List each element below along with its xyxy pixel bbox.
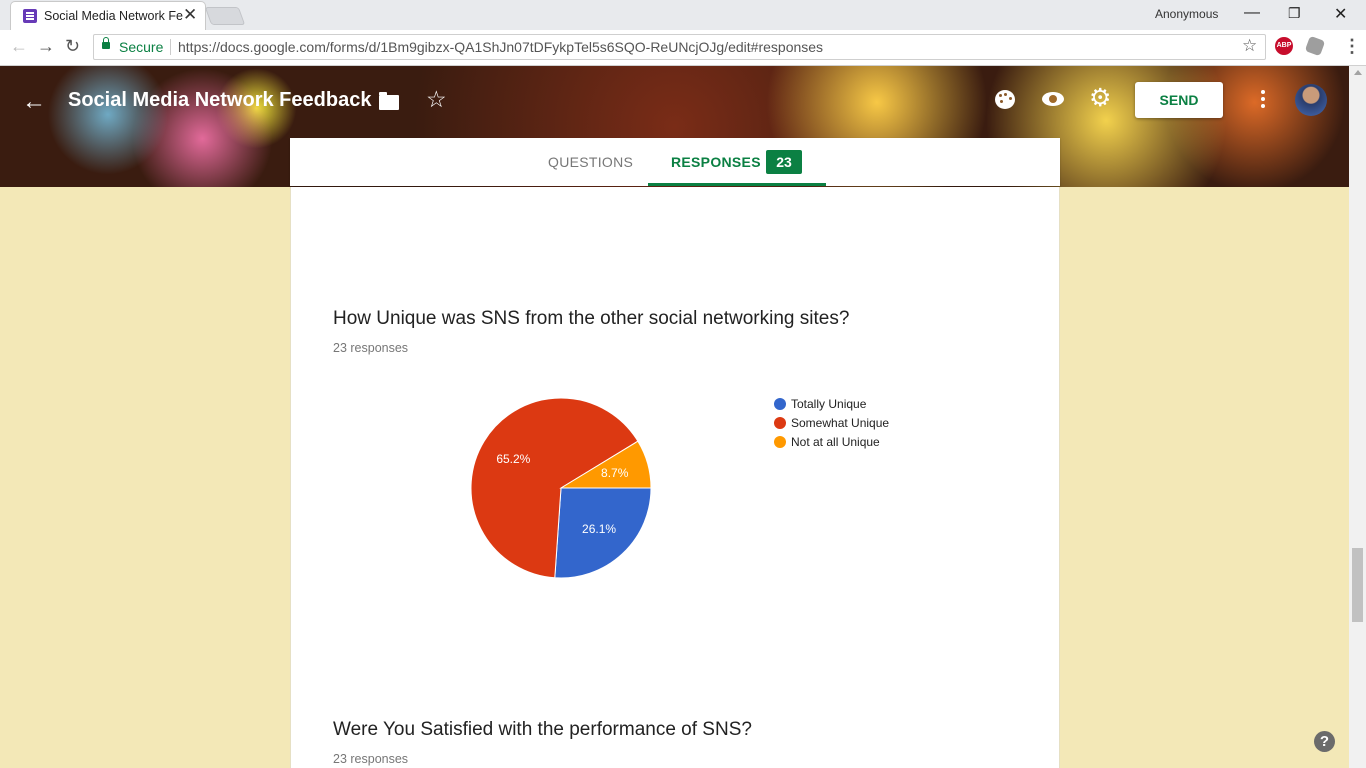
- form-tabs: QUESTIONS RESPONSES 23: [290, 138, 1060, 186]
- adblock-icon[interactable]: ABP: [1275, 37, 1293, 55]
- folder-icon[interactable]: [379, 92, 399, 110]
- new-tab-button[interactable]: [204, 7, 246, 25]
- question-title: Were You Satisfied with the performance …: [333, 719, 752, 740]
- browser-menu-icon[interactable]: ⋮: [1343, 36, 1361, 57]
- star-icon[interactable]: ☆: [426, 86, 447, 113]
- help-icon[interactable]: ?: [1314, 731, 1335, 752]
- profile-name[interactable]: Anonymous: [1155, 7, 1218, 21]
- reload-icon[interactable]: ↻: [65, 36, 80, 57]
- more-options-icon[interactable]: [1261, 90, 1265, 94]
- url-separator: [170, 39, 171, 55]
- legend-color-dot: [774, 436, 786, 448]
- pie-slice-label: 8.7%: [601, 466, 629, 480]
- back-arrow-icon[interactable]: ←: [22, 88, 46, 116]
- extension-icon[interactable]: [1304, 35, 1326, 57]
- responses-count-badge: 23: [766, 150, 802, 174]
- bookmark-star-icon[interactable]: ☆: [1242, 36, 1257, 56]
- legend-color-dot: [774, 417, 786, 429]
- minimize-icon[interactable]: —: [1244, 4, 1260, 22]
- active-tab-indicator: [648, 183, 826, 186]
- legend-label: Not at all Unique: [791, 435, 880, 449]
- settings-gear-icon[interactable]: ⚙: [1089, 83, 1111, 113]
- legend-label: Somewhat Unique: [791, 416, 890, 430]
- lock-icon: [102, 37, 110, 49]
- preview-eye-icon[interactable]: [1042, 92, 1064, 106]
- address-bar[interactable]: Secure https://docs.google.com/forms/d/1…: [93, 34, 1266, 60]
- close-window-icon[interactable]: ✕: [1334, 4, 1347, 24]
- tab-responses[interactable]: RESPONSES: [671, 154, 761, 170]
- tab-questions[interactable]: QUESTIONS: [548, 154, 633, 170]
- page-scrollbar[interactable]: [1349, 66, 1366, 768]
- secure-label: Secure: [119, 39, 164, 55]
- back-nav-icon[interactable]: ←: [10, 36, 28, 57]
- browser-tab-strip: Social Media Network Fe ✕ Anonymous — ❐ …: [0, 0, 1366, 30]
- send-button[interactable]: SEND: [1135, 82, 1223, 118]
- avatar[interactable]: [1295, 84, 1327, 116]
- responses-summary-card: How Unique was SNS from the other social…: [290, 187, 1060, 768]
- google-forms-icon: [23, 9, 37, 23]
- restore-icon[interactable]: ❐: [1288, 5, 1301, 22]
- legend-label: Totally Unique: [791, 397, 867, 411]
- browser-toolbar: ← → ↻ Secure https://docs.google.com/for…: [0, 30, 1366, 66]
- browser-tab-title: Social Media Network Fe: [44, 9, 183, 23]
- url-text[interactable]: https://docs.google.com/forms/d/1Bm9gibz…: [178, 39, 823, 55]
- legend-color-dot: [774, 398, 786, 410]
- tab-close-icon[interactable]: ✕: [183, 6, 197, 24]
- pie-chart: 26.1% 65.2% 8.7%: [470, 397, 652, 579]
- question-response-count: 23 responses: [333, 752, 409, 766]
- browser-tab[interactable]: Social Media Network Fe ✕: [10, 1, 206, 30]
- scroll-up-arrow-icon[interactable]: [1354, 70, 1362, 75]
- pie-slice-label: 65.2%: [496, 452, 530, 466]
- pie-slice-label: 26.1%: [582, 522, 616, 536]
- form-title[interactable]: Social Media Network Feedback: [68, 89, 371, 112]
- palette-icon[interactable]: [995, 90, 1015, 109]
- forward-nav-icon[interactable]: →: [37, 36, 55, 57]
- scrollbar-thumb[interactable]: [1352, 548, 1363, 622]
